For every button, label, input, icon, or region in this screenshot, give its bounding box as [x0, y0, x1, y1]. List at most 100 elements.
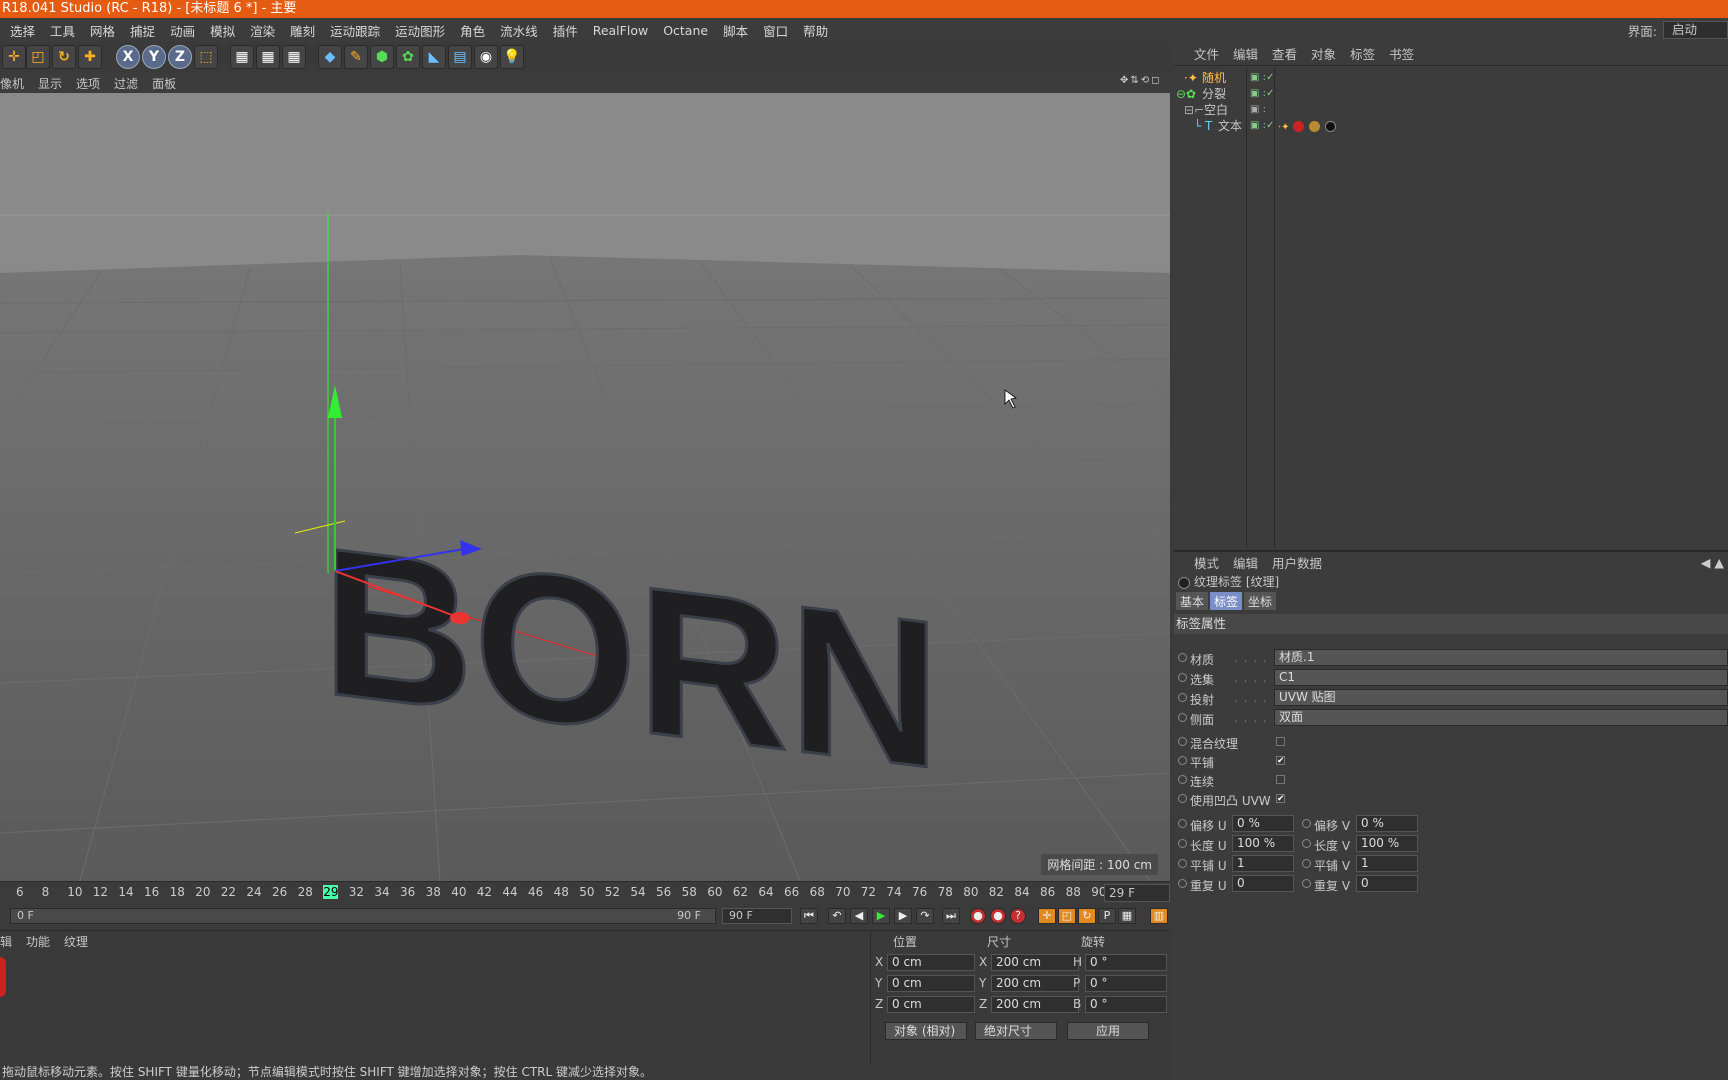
visibility-flags[interactable]: ▣ :✓	[1250, 118, 1274, 134]
menu-pipeline[interactable]: 流水线	[500, 21, 538, 40]
key-position-icon[interactable]: ✛	[1038, 908, 1056, 924]
key-pla-icon[interactable]: ▦	[1118, 908, 1136, 924]
timeline-menu-icon[interactable]: ▥	[1150, 908, 1168, 924]
animate-radio-icon[interactable]	[1302, 859, 1311, 868]
material-menu-texture[interactable]: 纹理	[64, 933, 88, 950]
length-u-field[interactable]: 100 %	[1232, 835, 1294, 852]
menu-mograph[interactable]: 运动图形	[395, 21, 445, 40]
menu-realflow[interactable]: RealFlow	[593, 23, 648, 38]
next-key-icon[interactable]: ↷	[916, 908, 934, 924]
x-axis-icon[interactable]: X	[116, 45, 140, 69]
light-icon[interactable]: 💡	[500, 45, 524, 69]
tab-coordinates[interactable]: 坐标	[1244, 592, 1277, 610]
animate-radio-icon[interactable]	[1178, 737, 1187, 746]
om-menu-bookmarks[interactable]: 书签	[1389, 44, 1414, 63]
material-menu-function[interactable]: 功能	[26, 933, 50, 950]
previous-key-icon[interactable]: ↶	[828, 908, 846, 924]
autokey-icon[interactable]: ●	[990, 908, 1006, 924]
seamless-checkbox[interactable]	[1276, 775, 1285, 784]
deformer-icon[interactable]: ◣	[422, 45, 446, 69]
key-scale-icon[interactable]: ◰	[1058, 908, 1076, 924]
projection-dropdown[interactable]: UVW 贴图	[1274, 689, 1728, 706]
menu-tools[interactable]: 工具	[50, 21, 75, 40]
repetitions-u-field[interactable]: 0	[1232, 875, 1294, 892]
menu-window[interactable]: 窗口	[763, 21, 788, 40]
offset-u-field[interactable]: 0 %	[1232, 815, 1294, 832]
cube-icon[interactable]: ◆	[318, 45, 342, 69]
position-z-field[interactable]: 0 cm	[887, 996, 975, 1013]
floor-icon[interactable]: ▤	[448, 45, 472, 69]
object-row-random[interactable]: ⋅✦ 随机 ▣ :✓	[1174, 70, 1728, 86]
animate-radio-icon[interactable]	[1178, 879, 1187, 888]
menu-render[interactable]: 渲染	[250, 21, 275, 40]
size-y-field[interactable]: 200 cm	[991, 975, 1079, 992]
visibility-flags[interactable]: ▣ :	[1250, 102, 1266, 118]
viewport-menu-panel[interactable]: 面板	[152, 75, 176, 92]
coordinate-mode-dropdown[interactable]: 对象 (相对)	[885, 1022, 967, 1040]
animate-radio-icon[interactable]	[1178, 794, 1187, 803]
render-view-icon[interactable]: ▦	[230, 45, 254, 69]
phong-tag-icon[interactable]: ⋅✦	[1278, 122, 1290, 133]
keyframe-selection-icon[interactable]: ?	[1010, 908, 1026, 924]
menu-mesh[interactable]: 网格	[90, 21, 115, 40]
object-row-fracture[interactable]: ⊖✿ 分裂 ▣ :✓	[1174, 86, 1728, 102]
object-tags[interactable]: ⋅✦	[1278, 118, 1337, 136]
visibility-flags[interactable]: ▣ :✓	[1250, 70, 1274, 86]
coordinate-system-icon[interactable]: ⬚	[194, 45, 218, 69]
side-dropdown[interactable]: 双面	[1274, 709, 1728, 726]
timeline-ruler[interactable]: 6 8 10 12 14 16 18 20 22 24 26 28 29 32 34 36 38 40 42 44 46…	[0, 881, 1170, 903]
play-icon[interactable]: ▶	[872, 908, 890, 924]
animate-radio-icon[interactable]	[1302, 879, 1311, 888]
animate-radio-icon[interactable]	[1178, 839, 1187, 848]
cloner-icon[interactable]: ✿	[396, 45, 420, 69]
material-menu-edit[interactable]: 辑	[0, 933, 12, 950]
om-menu-object[interactable]: 对象	[1311, 44, 1336, 63]
camera-icon[interactable]: ◉	[474, 45, 498, 69]
attr-menu-edit[interactable]: 编辑	[1233, 553, 1258, 572]
offset-v-field[interactable]: 0 %	[1356, 815, 1418, 832]
material-tag-icon[interactable]	[1293, 121, 1305, 132]
menu-character[interactable]: 角色	[460, 21, 485, 40]
pen-icon[interactable]: ✎	[344, 45, 368, 69]
size-x-field[interactable]: 200 cm	[991, 954, 1079, 971]
z-axis-icon[interactable]: Z	[168, 45, 192, 69]
viewport-nav-icons[interactable]: ✥⇅⟲◻	[1120, 75, 1170, 91]
transform-icon[interactable]: ✚	[78, 45, 102, 69]
menu-simulate[interactable]: 模拟	[210, 21, 235, 40]
object-row-null[interactable]: ⊟⌐ 空白 ▣ :	[1174, 102, 1728, 118]
material-tag-icon[interactable]	[1309, 121, 1321, 132]
tile-checkbox[interactable]: ✔	[1276, 756, 1285, 766]
animate-radio-icon[interactable]	[1178, 775, 1187, 784]
render-picture-viewer-icon[interactable]: ▦	[256, 45, 280, 69]
key-rotation-icon[interactable]: ↻	[1078, 908, 1096, 924]
record-icon[interactable]: ●	[970, 908, 986, 924]
max-frame-field[interactable]: 90 F	[722, 908, 792, 924]
menu-plugins[interactable]: 插件	[553, 21, 578, 40]
tab-tag[interactable]: 标签	[1210, 592, 1243, 610]
animate-radio-icon[interactable]	[1178, 653, 1187, 662]
animate-radio-icon[interactable]	[1302, 839, 1311, 848]
position-x-field[interactable]: 0 cm	[887, 954, 975, 971]
render-settings-icon[interactable]: ▦	[282, 45, 306, 69]
use-bump-uvw-checkbox[interactable]: ✔	[1276, 794, 1285, 804]
animate-radio-icon[interactable]	[1178, 819, 1187, 828]
position-y-field[interactable]: 0 cm	[887, 975, 975, 992]
length-v-field[interactable]: 100 %	[1356, 835, 1418, 852]
material-tag-icon[interactable]	[1325, 121, 1337, 132]
animate-radio-icon[interactable]	[1178, 859, 1187, 868]
layout-dropdown[interactable]: 启动	[1662, 21, 1728, 39]
mix-textures-checkbox[interactable]	[1276, 737, 1285, 746]
om-menu-view[interactable]: 查看	[1272, 44, 1297, 63]
menu-help[interactable]: 帮助	[803, 21, 828, 40]
viewport-menu-options[interactable]: 选项	[76, 75, 100, 92]
tiles-v-field[interactable]: 1	[1356, 855, 1418, 872]
material-link-field[interactable]: 材质.1	[1274, 649, 1728, 666]
om-menu-tags[interactable]: 标签	[1350, 44, 1375, 63]
animate-radio-icon[interactable]	[1178, 713, 1187, 722]
rotation-b-field[interactable]: 0 °	[1085, 996, 1167, 1013]
tab-basic[interactable]: 基本	[1176, 592, 1209, 610]
menu-motion-tracking[interactable]: 运动跟踪	[330, 21, 380, 40]
size-z-field[interactable]: 200 cm	[991, 996, 1079, 1013]
viewport-menu-filter[interactable]: 过滤	[114, 75, 138, 92]
visibility-flags[interactable]: ▣ :✓	[1250, 86, 1274, 102]
